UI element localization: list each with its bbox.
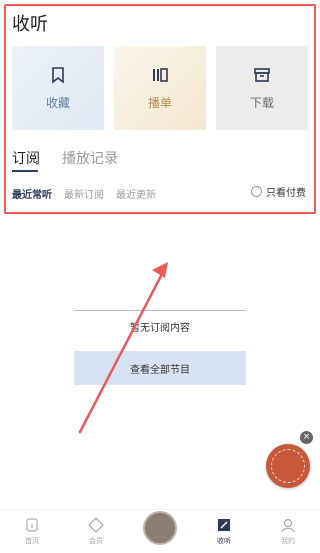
tabbar-vip-label: 会员 <box>89 537 103 545</box>
view-all-programs-button[interactable]: 查看全部节目 <box>74 351 246 385</box>
center-avatar <box>143 510 177 545</box>
filter-recently-updated[interactable]: 最近更新 <box>116 186 156 201</box>
quick-access-cards: 收藏 播单 下载 <box>12 46 308 130</box>
download-card-label: 下载 <box>249 95 274 110</box>
tabbar-vip[interactable]: 会员 <box>64 510 128 553</box>
listen-icon <box>218 519 230 531</box>
download-card[interactable]: 下载 <box>216 46 308 130</box>
download-box-icon <box>254 67 270 82</box>
content-tabs: 订阅 播放记录 <box>12 148 118 168</box>
badge-ring-icon <box>271 449 305 483</box>
playlist-icon <box>153 67 168 82</box>
bottom-tab-bar: 首页 会员 收听 我的 <box>0 509 320 553</box>
paid-only-label: 只看付费 <box>266 188 306 199</box>
empty-state-divider <box>74 310 246 311</box>
tabbar-center-player[interactable] <box>128 510 192 553</box>
empty-state-message: 暂无订阅内容 <box>130 323 190 334</box>
tabbar-listen-label: 收听 <box>217 537 231 545</box>
sort-filters: 最近常听 最新订阅 最近更新 <box>12 186 156 201</box>
page-title: 收听 <box>12 14 48 35</box>
diamond-icon <box>88 517 104 533</box>
tabbar-me[interactable]: 我的 <box>256 510 320 553</box>
bookmark-icon <box>52 66 64 84</box>
tabbar-me-label: 我的 <box>281 537 295 545</box>
paid-only-toggle[interactable]: 只看付费 <box>251 184 306 199</box>
tab-subscriptions[interactable]: 订阅 <box>12 148 40 168</box>
tabbar-home-label: 首页 <box>25 537 39 545</box>
user-icon <box>281 518 295 533</box>
close-icon[interactable]: × <box>300 431 313 444</box>
home-icon <box>26 518 38 532</box>
active-tab-indicator <box>12 170 38 172</box>
playlist-card[interactable]: 播单 <box>114 46 206 130</box>
collect-card[interactable]: 收藏 <box>12 46 104 130</box>
filter-newest-subscribed[interactable]: 最新订阅 <box>64 186 104 201</box>
tab-play-history[interactable]: 播放记录 <box>62 148 118 168</box>
collect-card-label: 收藏 <box>45 95 70 110</box>
playlist-card-label: 播单 <box>147 95 172 110</box>
radio-icon[interactable] <box>251 186 262 197</box>
tabbar-listen[interactable]: 收听 <box>192 510 256 553</box>
tabbar-home[interactable]: 首页 <box>0 510 64 553</box>
floating-promo-badge[interactable] <box>266 444 310 488</box>
filter-recent-frequent[interactable]: 最近常听 <box>12 186 52 201</box>
